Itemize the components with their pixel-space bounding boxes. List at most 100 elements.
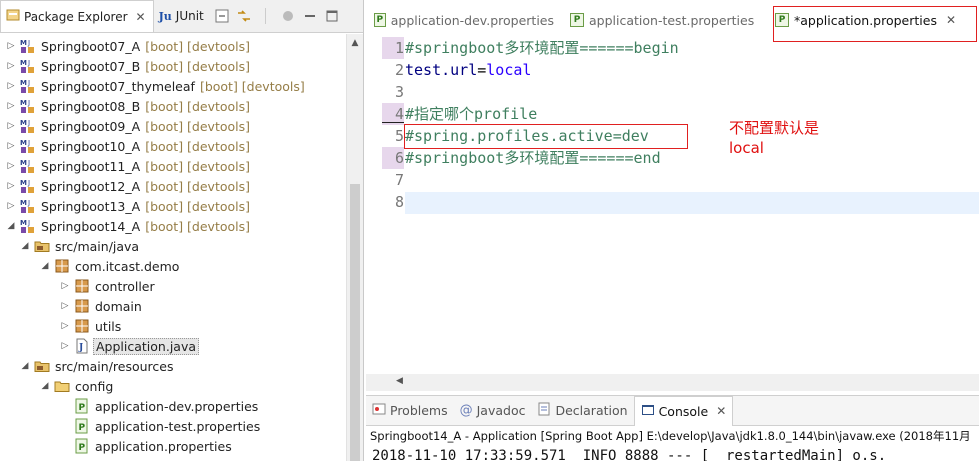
editor-tab-dev[interactable]: P application-dev.properties <box>366 2 562 38</box>
properties-file-icon: P <box>374 13 386 27</box>
tree-item[interactable]: ▷ M J Springboot07_A [boot] [devtools] <box>6 36 250 56</box>
tab-package-explorer[interactable]: Package Explorer ✕ <box>0 0 154 32</box>
code-line[interactable]: #springboot多环境配置======end <box>405 147 661 169</box>
tab-problems[interactable]: Problems <box>366 396 454 426</box>
collapsed-triangle-icon[interactable]: ▷ <box>6 36 16 56</box>
tree-item[interactable]: ◢ src/main/java <box>20 236 141 256</box>
maven-project-icon: MJ <box>20 138 36 154</box>
tree-item[interactable]: ◢ src/main/resources <box>20 356 175 376</box>
collapsed-triangle-icon[interactable]: ▷ <box>6 176 16 196</box>
collapsed-triangle-icon[interactable]: ▷ <box>60 296 70 316</box>
editor-horizontal-scrollbar[interactable]: ◀ <box>366 374 979 391</box>
code-line[interactable]: #springboot多环境配置======begin <box>405 37 679 59</box>
expanded-triangle-icon[interactable]: ◢ <box>40 376 50 396</box>
minimize-button[interactable] <box>299 0 321 32</box>
tree-item[interactable]: ▷ M J Springboot12_A [boot] [devtools] <box>6 176 250 196</box>
scroll-up-arrow-icon[interactable]: ▲ <box>347 34 363 51</box>
tree-item[interactable]: ▷ M J Springboot11_A [boot] [devtools] <box>6 156 250 176</box>
scroll-left-arrow-icon[interactable]: ◀ <box>396 376 403 386</box>
tree-item-decoration: [boot] [devtools] <box>199 78 305 94</box>
package-icon <box>74 318 90 334</box>
tree-item[interactable]: ▷ domain <box>60 296 144 316</box>
tab-label: Console <box>658 403 709 419</box>
close-icon[interactable]: ✕ <box>136 10 146 24</box>
package-icon <box>74 298 90 314</box>
tree-item[interactable]: Papplication.properties <box>60 436 234 456</box>
collapsed-triangle-icon[interactable]: ▷ <box>6 76 16 96</box>
maven-project-icon: MJ <box>20 38 36 54</box>
close-icon[interactable]: ✕ <box>716 404 726 418</box>
tab-junit[interactable]: Ju JUnit <box>154 0 211 32</box>
source-folder-icon <box>34 358 50 374</box>
maven-project-icon: MJ <box>20 198 36 214</box>
collapsed-triangle-icon[interactable]: ▷ <box>60 316 70 336</box>
tree-item[interactable]: ▷ utils <box>60 316 123 336</box>
properties-file-icon: P <box>74 398 90 414</box>
tree-item[interactable]: ▷ J Application.java <box>60 336 200 356</box>
scrollbar-thumb[interactable] <box>350 184 360 461</box>
svg-text:J: J <box>27 99 30 107</box>
tree-item[interactable]: ◢ com.itcast.demo <box>40 256 181 276</box>
svg-text:M: M <box>20 139 27 147</box>
expanded-triangle-icon[interactable]: ◢ <box>20 356 30 376</box>
folder-icon <box>54 378 70 394</box>
collapsed-triangle-icon[interactable]: ▷ <box>6 116 16 136</box>
svg-text:J: J <box>27 139 30 147</box>
collapsed-triangle-icon[interactable]: ▷ <box>6 56 16 76</box>
svg-text:M: M <box>20 159 27 167</box>
svg-text:J: J <box>27 79 30 87</box>
junit-icon: Ju <box>158 9 172 23</box>
maximize-button[interactable] <box>321 0 343 32</box>
properties-file-icon: P <box>570 13 584 27</box>
tree-item[interactable]: ◢ config <box>40 376 115 396</box>
tree-item[interactable]: ▷ M J Springboot08_B [boot] [devtools] <box>6 96 251 116</box>
tree-item-label: Springboot11_A <box>41 158 141 174</box>
collapsed-triangle-icon[interactable]: ▷ <box>6 136 16 156</box>
collapsed-triangle-icon[interactable]: ▷ <box>6 96 16 116</box>
svg-text:M: M <box>20 79 27 87</box>
tree-item[interactable]: Papplication-dev.properties <box>60 396 260 416</box>
tree-item-label: src/main/java <box>55 238 140 254</box>
property-value: local <box>486 61 532 79</box>
tree-item-label: Springboot13_A <box>41 198 141 214</box>
tab-javadoc[interactable]: @ Javadoc <box>454 396 532 426</box>
svg-text:M: M <box>20 179 27 187</box>
line-number: 2 <box>394 61 404 79</box>
tree-item[interactable]: ▷ M J Springboot13_A [boot] [devtools] <box>6 196 250 216</box>
editor-tab-test[interactable]: P application-test.properties <box>562 2 767 38</box>
code-line[interactable]: test.url=local <box>405 59 531 81</box>
expanded-triangle-icon[interactable]: ◢ <box>20 236 30 256</box>
console-output[interactable]: 2018-11-10 17:33:59.571 INFO 8888 --- [ … <box>366 446 979 461</box>
collapsed-triangle-icon[interactable]: ▷ <box>6 196 16 216</box>
tree-item[interactable]: ▷ M J Springboot07_thymeleaf [boot] [devtool… <box>6 76 305 96</box>
expanded-triangle-icon[interactable]: ◢ <box>6 216 16 236</box>
collapsed-triangle-icon[interactable]: ▷ <box>6 156 16 176</box>
tree-item-label: application-test.properties <box>95 418 261 434</box>
code-editor[interactable]: 1 #springboot多环境配置======begin 2 test.url=lo… <box>366 36 979 374</box>
collapsed-triangle-icon[interactable]: ▷ <box>60 336 70 356</box>
svg-text:M: M <box>20 99 27 107</box>
tree-item-label: Springboot07_A <box>41 38 141 54</box>
tree-item[interactable]: Papplication-test.properties <box>60 416 262 436</box>
tree-item[interactable]: ▷ M J Springboot10_A [boot] [devtools] <box>6 136 250 156</box>
tree-item[interactable]: ▷ M J Springboot09_A [boot] [devtools] <box>6 116 250 136</box>
view-menu-button[interactable] <box>277 0 299 32</box>
collapse-all-button[interactable] <box>211 0 233 32</box>
package-icon <box>54 258 70 274</box>
tree-item-label: Springboot10_A <box>41 138 141 154</box>
link-with-editor-button[interactable] <box>233 0 255 32</box>
property-key: test.url <box>405 61 478 79</box>
expanded-triangle-icon[interactable]: ◢ <box>40 256 50 276</box>
tree-item-label: Springboot12_A <box>41 178 141 194</box>
tree-item[interactable]: ▷ M J Springboot07_B [boot] [devtools] <box>6 56 251 76</box>
tab-declaration[interactable]: Declaration <box>531 396 633 426</box>
tree-item[interactable]: ▷ controller <box>60 276 157 296</box>
tree-vertical-scrollbar[interactable]: ▲ <box>346 34 363 461</box>
tab-console[interactable]: Console ✕ <box>633 395 734 426</box>
code-line[interactable]: #指定哪个profile <box>405 103 537 125</box>
annotation-note: 不配置默认是 local <box>729 118 819 158</box>
svg-text:J: J <box>27 39 30 47</box>
collapsed-triangle-icon[interactable]: ▷ <box>60 276 70 296</box>
tree-item-label: application-dev.properties <box>95 398 259 414</box>
tree-item[interactable]: ◢ M J Springboot14_A [boot] [devtools] <box>6 216 250 236</box>
